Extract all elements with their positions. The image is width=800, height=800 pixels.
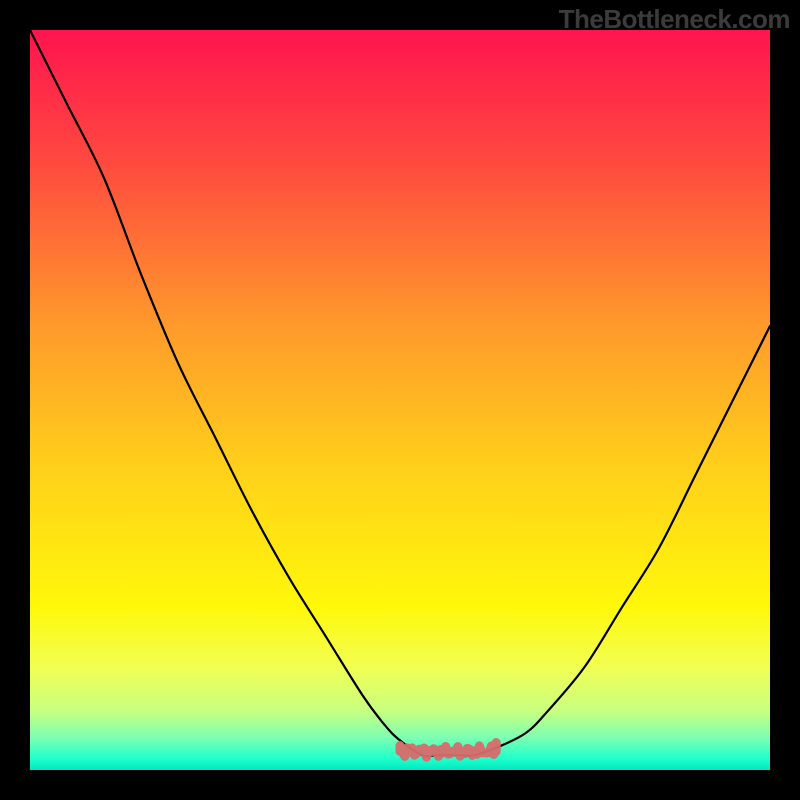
chart-frame: TheBottleneck.com: [0, 0, 800, 800]
optimal-region-marker: [400, 743, 496, 758]
watermark-text: TheBottleneck.com: [559, 4, 790, 35]
curve-layer: [30, 30, 770, 770]
plot-area: [30, 30, 770, 770]
bottleneck-curve: [30, 30, 770, 756]
